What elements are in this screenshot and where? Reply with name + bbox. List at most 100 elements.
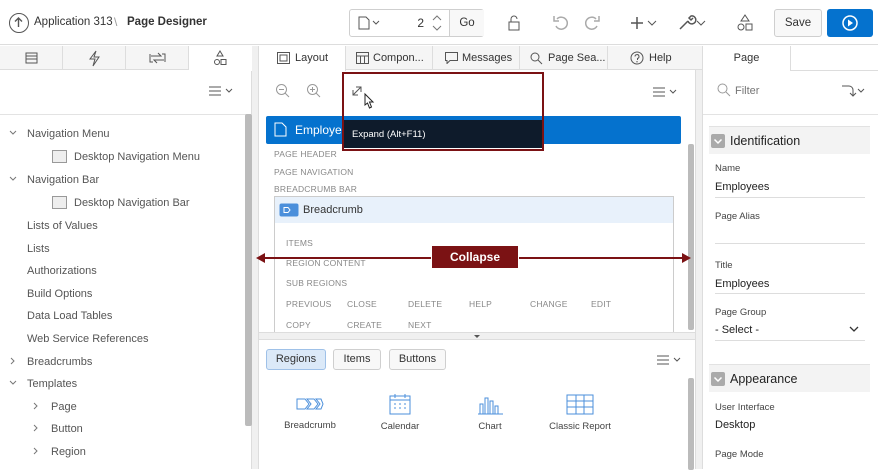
zoom-in-icon[interactable] xyxy=(306,83,322,99)
list-icon xyxy=(52,150,67,163)
undo-icon[interactable] xyxy=(549,10,573,36)
layout-menu-icon[interactable] xyxy=(651,84,681,100)
tree-item-page[interactable]: Page xyxy=(51,401,77,413)
gallery-item-classic-report[interactable]: Classic Report xyxy=(540,393,620,432)
gallery-label: Classic Report xyxy=(540,421,620,432)
tab-dynamic-actions[interactable] xyxy=(63,46,126,70)
sub-regions-label: SUB REGIONS xyxy=(286,278,347,288)
tab-components[interactable]: Compon... xyxy=(346,46,433,70)
utilities-wrench-icon[interactable] xyxy=(676,10,708,36)
button-position-next: NEXT xyxy=(408,320,431,330)
button-position-delete: DELETE xyxy=(408,299,442,309)
chevron-right-icon[interactable] xyxy=(32,424,40,432)
chevron-down-icon[interactable] xyxy=(9,379,17,387)
property-editor: Page Identification Name Employees Page … xyxy=(703,46,878,469)
tree-item-data-load-tables[interactable]: Data Load Tables xyxy=(27,310,112,322)
page-group-label: Page Group xyxy=(715,307,766,318)
tree-item-navigation-bar[interactable]: Navigation Bar xyxy=(27,174,99,186)
tab-page-search[interactable]: Page Sea... xyxy=(520,46,608,70)
tab-rendering[interactable] xyxy=(0,46,63,70)
chevron-down-icon[interactable] xyxy=(9,129,17,137)
breadcrumb-region[interactable]: Breadcrumb xyxy=(275,197,673,223)
breadcrumb-bar-label: BREADCRUMB BAR xyxy=(274,184,357,194)
app-logo-icon[interactable] xyxy=(9,13,29,33)
tree-item-authorizations[interactable]: Authorizations xyxy=(27,265,97,277)
page-selector: Go xyxy=(349,9,484,37)
tree-item-desktop-navigation-bar[interactable]: Desktop Navigation Bar xyxy=(74,197,190,209)
layout-scrollbar[interactable] xyxy=(688,144,694,330)
tree-item-templates[interactable]: Templates xyxy=(27,378,77,390)
tab-shared-components[interactable] xyxy=(189,46,252,71)
chevron-right-icon[interactable] xyxy=(32,402,40,410)
tree-item-build-options[interactable]: Build Options xyxy=(27,288,92,300)
lock-icon[interactable] xyxy=(502,10,526,36)
left-menu-icon[interactable] xyxy=(206,82,238,100)
tree-item-lists-of-values[interactable]: Lists of Values xyxy=(27,220,98,232)
zoom-out-icon[interactable] xyxy=(275,83,291,99)
search-icon xyxy=(717,83,731,97)
search-icon xyxy=(530,52,543,65)
shared-components-icon[interactable] xyxy=(733,10,757,36)
button-position-copy: COPY xyxy=(286,320,311,330)
tree-item-breadcrumbs[interactable]: Breadcrumbs xyxy=(27,356,92,368)
button-position-help: HELP xyxy=(469,299,492,309)
gallery-menu-icon[interactable] xyxy=(655,352,685,368)
page-icon xyxy=(274,122,287,137)
redo-icon[interactable] xyxy=(580,10,604,36)
page-alias-label: Page Alias xyxy=(715,211,760,222)
gallery-item-chart[interactable]: Chart xyxy=(455,393,525,432)
go-button[interactable]: Go xyxy=(449,10,484,36)
gallery-tab-items[interactable]: Items xyxy=(333,349,381,370)
tree-item-desktop-navigation-menu[interactable]: Desktop Navigation Menu xyxy=(74,151,200,163)
help-icon xyxy=(630,51,644,65)
page-title: Employee xyxy=(295,123,348,137)
chevron-right-icon[interactable] xyxy=(32,447,40,455)
left-scrollbar[interactable] xyxy=(245,114,252,426)
title-field[interactable]: Employees xyxy=(715,278,769,290)
tab-help[interactable]: Help xyxy=(608,46,695,70)
gallery-label: Chart xyxy=(455,421,525,432)
page-number-input[interactable] xyxy=(386,14,424,32)
name-field[interactable]: Employees xyxy=(715,181,769,193)
button-position-change: CHANGE xyxy=(530,299,568,309)
page-group-select[interactable]: - Select - xyxy=(715,324,759,336)
gallery-item-calendar[interactable]: Calendar xyxy=(365,393,435,432)
appearance-section-header[interactable]: Appearance xyxy=(709,364,870,392)
tree-item-navigation-menu[interactable]: Navigation Menu xyxy=(27,128,110,140)
user-interface-field[interactable]: Desktop xyxy=(715,419,755,431)
tab-messages[interactable]: Messages xyxy=(433,46,520,70)
tree-item-web-service-references[interactable]: Web Service References xyxy=(27,333,148,345)
create-menu-icon[interactable] xyxy=(628,10,660,36)
tab-page[interactable]: Page xyxy=(703,46,791,71)
identification-section-header[interactable]: Identification xyxy=(709,126,870,154)
gallery-item-breadcrumb[interactable]: Breadcrumb xyxy=(275,394,345,431)
tree-item-region[interactable]: Region xyxy=(51,446,86,458)
chevron-down-icon[interactable] xyxy=(849,325,859,333)
gallery-scrollbar[interactable] xyxy=(688,378,694,470)
button-position-create: CREATE xyxy=(347,320,382,330)
page-mode-label: Page Mode xyxy=(715,449,764,460)
tab-layout[interactable]: Layout xyxy=(259,46,346,71)
page-icon[interactable] xyxy=(358,16,380,30)
highlight-box xyxy=(342,72,544,151)
chevron-down-icon[interactable] xyxy=(9,175,17,183)
go-to-group-icon[interactable] xyxy=(841,83,865,97)
button-position-close: CLOSE xyxy=(347,299,377,309)
save-button[interactable]: Save xyxy=(774,9,822,37)
page-stepper[interactable] xyxy=(430,12,444,34)
right-splitter[interactable] xyxy=(695,46,703,469)
run-button[interactable] xyxy=(827,9,873,37)
application-link[interactable]: Application 313 xyxy=(34,16,113,28)
gallery-tab-buttons[interactable]: Buttons xyxy=(389,349,446,370)
gallery-tab-regions[interactable]: Regions xyxy=(266,349,326,370)
breadcrumb-separator: \ xyxy=(114,15,117,29)
center-tab-bar: Layout Compon... Messages Page Sea... He… xyxy=(259,46,702,70)
gallery-label: Breadcrumb xyxy=(275,420,345,431)
breadcrumb-icon xyxy=(279,203,299,217)
gallery-splitter[interactable] xyxy=(259,332,695,340)
tab-processing[interactable] xyxy=(126,46,189,70)
tree-item-button[interactable]: Button xyxy=(51,423,83,435)
chevron-right-icon[interactable] xyxy=(9,357,17,365)
filter-input[interactable] xyxy=(735,82,825,100)
tree-item-lists[interactable]: Lists xyxy=(27,243,50,255)
